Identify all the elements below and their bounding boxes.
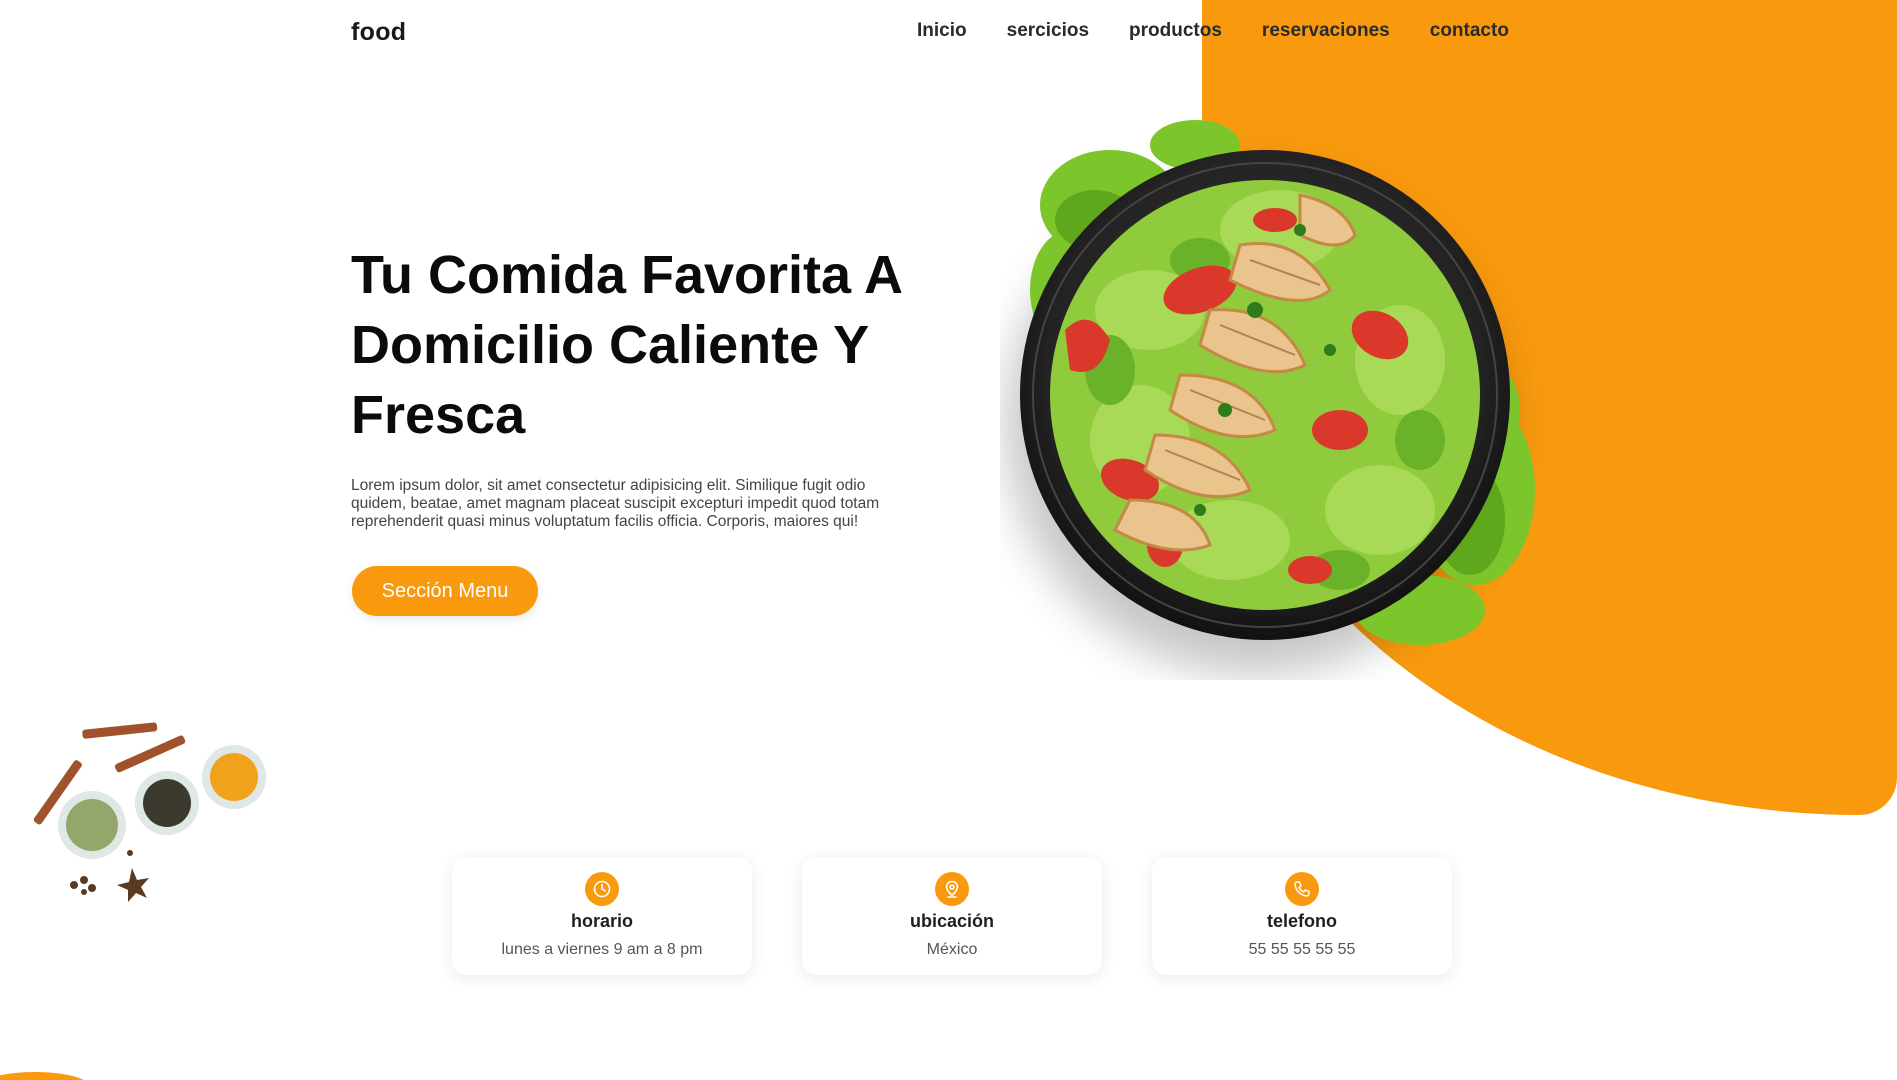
info-cards: horario lunes a viernes 9 am a 8 pm ubic… (452, 857, 1452, 975)
info-card-text: México (926, 941, 978, 958)
info-card-telefono: telefono 55 55 55 55 55 (1152, 857, 1452, 975)
nav-item-contacto[interactable]: contacto (1430, 20, 1509, 42)
spices-image (22, 720, 282, 910)
info-card-text: lunes a viernes 9 am a 8 pm (501, 941, 703, 958)
info-card-text: 55 55 55 55 55 (1248, 941, 1356, 958)
nav-item-servicios[interactable]: sercicios (1007, 20, 1089, 42)
location-pin-icon (935, 872, 969, 906)
main-nav: Inicio sercicios productos reservaciones… (917, 20, 1549, 42)
phone-icon (1285, 872, 1319, 906)
info-card-title: telefono (1267, 911, 1337, 931)
site-logo[interactable]: food (351, 18, 406, 47)
info-card-horario: horario lunes a viernes 9 am a 8 pm (452, 857, 752, 975)
nav-item-inicio[interactable]: Inicio (917, 20, 967, 42)
menu-section-button[interactable]: Sección Menu (352, 566, 538, 616)
info-card-title: horario (570, 911, 633, 931)
salad-bowl-image (1000, 110, 1570, 680)
hero-title: Tu Comida Favorita A Domicilio Caliente … (351, 245, 902, 445)
info-card-ubicacion: ubicación México (802, 857, 1102, 975)
nav-item-reservaciones[interactable]: reservaciones (1262, 20, 1390, 42)
orange-decorative-blob (0, 1072, 90, 1080)
clock-icon (585, 872, 619, 906)
info-card-title: ubicación (909, 911, 994, 931)
nav-item-productos[interactable]: productos (1129, 20, 1222, 42)
landing-page: food Inicio sercicios productos reservac… (0, 0, 1897, 1080)
hero-description: Lorem ipsum dolor, sit amet consectetur … (351, 477, 880, 530)
